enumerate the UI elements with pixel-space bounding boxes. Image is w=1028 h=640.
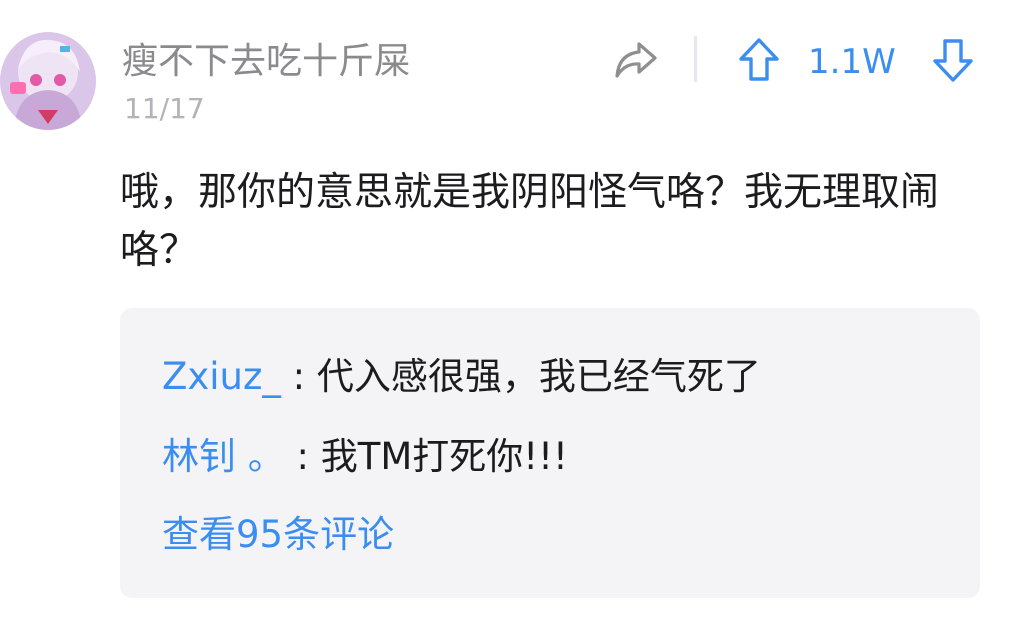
reply-separator: : — [292, 355, 306, 398]
reply-separator: : — [296, 435, 309, 478]
vote-count: 1.1W — [808, 42, 896, 82]
reply-author[interactable]: Zxiuz_ — [162, 355, 281, 398]
comment-text: 哦，那你的意思就是我阴阳怪气咯？我无理取闹咯？ — [120, 170, 940, 273]
comment-card: 瘦不下去吃十斤屎 11/17 1.1W 哦，那你的意思就是我阴阳怪气咯？我无理取… — [0, 0, 1028, 640]
arrow-up-icon — [739, 38, 779, 81]
downvote-button[interactable] — [928, 34, 978, 86]
upvote-button[interactable] — [734, 34, 784, 86]
share-button[interactable] — [610, 36, 662, 84]
reply-text: 代入感很强，我已经气死了 — [316, 355, 761, 398]
replies-preview[interactable]: Zxiuz_ : 代入感很强，我已经气死了 林钊 。 : 我TM打死你!!! 查… — [120, 308, 980, 598]
comment-date: 11/17 — [124, 92, 205, 125]
reply-author[interactable]: 林钊 。 — [162, 435, 285, 478]
reply-text: 我TM打死你!!! — [320, 435, 568, 478]
reply-item[interactable]: Zxiuz_ : 代入感很强，我已经气死了 — [162, 352, 761, 402]
action-divider — [694, 36, 697, 82]
username[interactable]: 瘦不下去吃十斤屎 — [122, 38, 410, 86]
view-all-replies-link[interactable]: 查看95条评论 — [162, 510, 394, 560]
reply-item[interactable]: 林钊 。 : 我TM打死你!!! — [162, 432, 568, 482]
share-icon — [615, 42, 657, 78]
arrow-down-icon — [933, 39, 973, 82]
avatar[interactable] — [0, 32, 96, 130]
